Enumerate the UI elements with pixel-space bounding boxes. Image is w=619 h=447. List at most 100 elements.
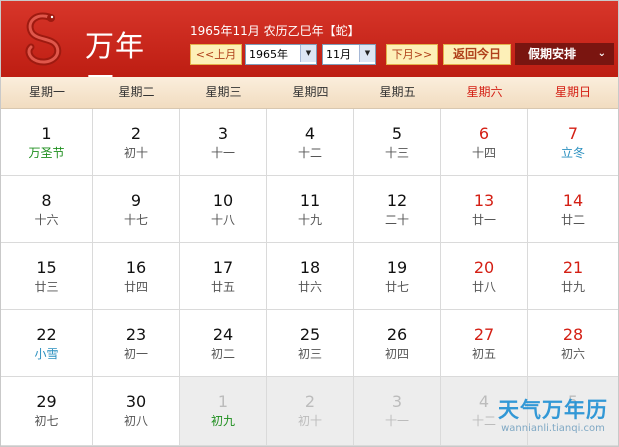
day-cell[interactable]: 14 廿二 xyxy=(528,176,618,243)
day-number: 2 xyxy=(304,392,316,411)
day-number: 3 xyxy=(217,124,229,143)
day-cell[interactable]: 2 初十 xyxy=(267,377,354,446)
day-cell[interactable]: 4 十二 xyxy=(267,109,354,176)
day-cell[interactable]: 1 万圣节 xyxy=(1,109,93,176)
holiday-schedule-dropdown[interactable]: 假期安排 ⌄ xyxy=(515,43,614,65)
day-number: 1 xyxy=(41,124,52,143)
day-cell[interactable]: 3 十一 xyxy=(354,377,441,446)
day-cell[interactable]: 20 廿八 xyxy=(441,243,528,310)
watermark-url: wannianli.tianqi.com xyxy=(501,423,605,434)
weekday-header-row: 星期一 星期二 星期三 星期四 星期五 星期六 星期日 xyxy=(1,77,618,109)
day-cell[interactable]: 11 十九 xyxy=(267,176,354,243)
lunar-date: 廿五 xyxy=(210,280,235,294)
day-number: 10 xyxy=(212,191,234,210)
day-number: 12 xyxy=(386,191,408,210)
lunar-date: 初五 xyxy=(471,347,496,361)
day-number: 14 xyxy=(562,191,584,210)
day-number: 5 xyxy=(391,124,403,143)
day-number: 9 xyxy=(130,191,142,210)
day-number: 20 xyxy=(473,258,495,277)
weekday-label-saturday: 星期六 xyxy=(466,85,503,99)
day-number: 21 xyxy=(562,258,584,277)
day-cell[interactable]: 18 廿六 xyxy=(267,243,354,310)
weekday-label-sunday: 星期日 xyxy=(554,85,591,99)
holiday-schedule-label: 假期安排 xyxy=(528,47,577,61)
lunar-date: 二十 xyxy=(384,213,409,227)
lunar-date: 初十 xyxy=(297,414,322,428)
solar-term-label: 立冬 xyxy=(560,146,585,160)
festival-label: 万圣节 xyxy=(28,146,65,160)
lunar-date: 初十 xyxy=(123,146,148,160)
weekday-label: 星期四 xyxy=(292,85,329,99)
day-cell[interactable]: 6 十四 xyxy=(441,109,528,176)
day-cell[interactable]: 13 廿一 xyxy=(441,176,528,243)
day-cell[interactable]: 24 初二 xyxy=(180,310,267,377)
day-number: 26 xyxy=(386,325,408,344)
day-cell[interactable]: 21 廿九 xyxy=(528,243,618,310)
lunar-date: 十七 xyxy=(123,213,148,227)
watermark-title: 天气万年历 xyxy=(498,398,608,422)
day-cell[interactable]: 23 初一 xyxy=(93,310,180,377)
day-cell[interactable]: 30 初八 xyxy=(93,377,180,446)
day-number: 28 xyxy=(562,325,584,344)
calendar-header: 万年历 1965年11月 农历乙巳年【蛇】 <<上月 1965年 ▼ 11月 ▼… xyxy=(1,1,618,105)
lunar-date: 廿八 xyxy=(471,280,496,294)
festival-label: 初九 xyxy=(210,414,235,428)
day-number: 22 xyxy=(36,325,57,344)
day-cell[interactable]: 17 廿五 xyxy=(180,243,267,310)
prev-month-button[interactable]: <<上月 xyxy=(190,44,242,65)
day-cell[interactable]: 26 初四 xyxy=(354,310,441,377)
day-cell[interactable]: 16 廿四 xyxy=(93,243,180,310)
day-number: 15 xyxy=(36,258,57,277)
lunar-date: 十六 xyxy=(34,213,59,227)
lunar-date: 初三 xyxy=(297,347,322,361)
day-number: 11 xyxy=(299,191,321,210)
day-cell[interactable]: 15 廿三 xyxy=(1,243,93,310)
day-number: 13 xyxy=(473,191,495,210)
lunar-date: 廿二 xyxy=(560,213,585,227)
next-month-button[interactable]: 下月>> xyxy=(386,44,438,65)
day-number: 30 xyxy=(125,392,147,411)
lunar-date: 初六 xyxy=(560,347,585,361)
month-select-value: 11月 xyxy=(326,48,351,61)
day-cell[interactable]: 5 十三 xyxy=(354,109,441,176)
lunar-date: 廿六 xyxy=(297,280,322,294)
lunar-date: 廿九 xyxy=(560,280,585,294)
day-cell[interactable]: 2 初十 xyxy=(93,109,180,176)
day-cell[interactable]: 9 十七 xyxy=(93,176,180,243)
weekday-label: 星期一 xyxy=(28,85,65,99)
dropdown-arrow-icon[interactable]: ▼ xyxy=(359,45,375,62)
day-cell[interactable]: 29 初七 xyxy=(1,377,93,446)
lunar-date: 廿七 xyxy=(384,280,409,294)
month-info: 1965年11月 农历乙巳年【蛇】 xyxy=(190,24,360,38)
day-cell[interactable]: 7 立冬 xyxy=(528,109,618,176)
watermark: 天气万年历 wannianli.tianqi.com xyxy=(489,397,617,445)
lunar-date: 廿四 xyxy=(123,280,148,294)
weekday-label: 星期五 xyxy=(379,85,416,99)
day-cell[interactable]: 28 初六 xyxy=(528,310,618,377)
weekday-label: 星期二 xyxy=(118,85,155,99)
day-cell[interactable]: 22 小雪 xyxy=(1,310,93,377)
lunar-date: 初一 xyxy=(123,347,148,361)
lunar-date: 十一 xyxy=(384,414,409,428)
lunar-date: 廿一 xyxy=(471,213,496,227)
day-cell[interactable]: 8 十六 xyxy=(1,176,93,243)
day-number: 27 xyxy=(473,325,495,344)
dropdown-arrow-icon[interactable]: ▼ xyxy=(300,45,316,62)
return-today-button[interactable]: 返回今日 xyxy=(443,44,511,65)
day-cell[interactable]: 1 初九 xyxy=(180,377,267,446)
day-cell[interactable]: 25 初三 xyxy=(267,310,354,377)
lunar-date: 初八 xyxy=(123,414,148,428)
month-select[interactable]: 11月 ▼ xyxy=(322,44,376,65)
day-number: 17 xyxy=(212,258,234,277)
day-number: 25 xyxy=(299,325,321,344)
lunar-date: 十一 xyxy=(210,146,235,160)
day-number: 2 xyxy=(130,124,142,143)
day-cell[interactable]: 3 十一 xyxy=(180,109,267,176)
year-select[interactable]: 1965年 ▼ xyxy=(245,44,317,65)
day-cell[interactable]: 19 廿七 xyxy=(354,243,441,310)
day-number: 3 xyxy=(391,392,403,411)
day-cell[interactable]: 12 二十 xyxy=(354,176,441,243)
day-cell[interactable]: 10 十八 xyxy=(180,176,267,243)
day-cell[interactable]: 27 初五 xyxy=(441,310,528,377)
